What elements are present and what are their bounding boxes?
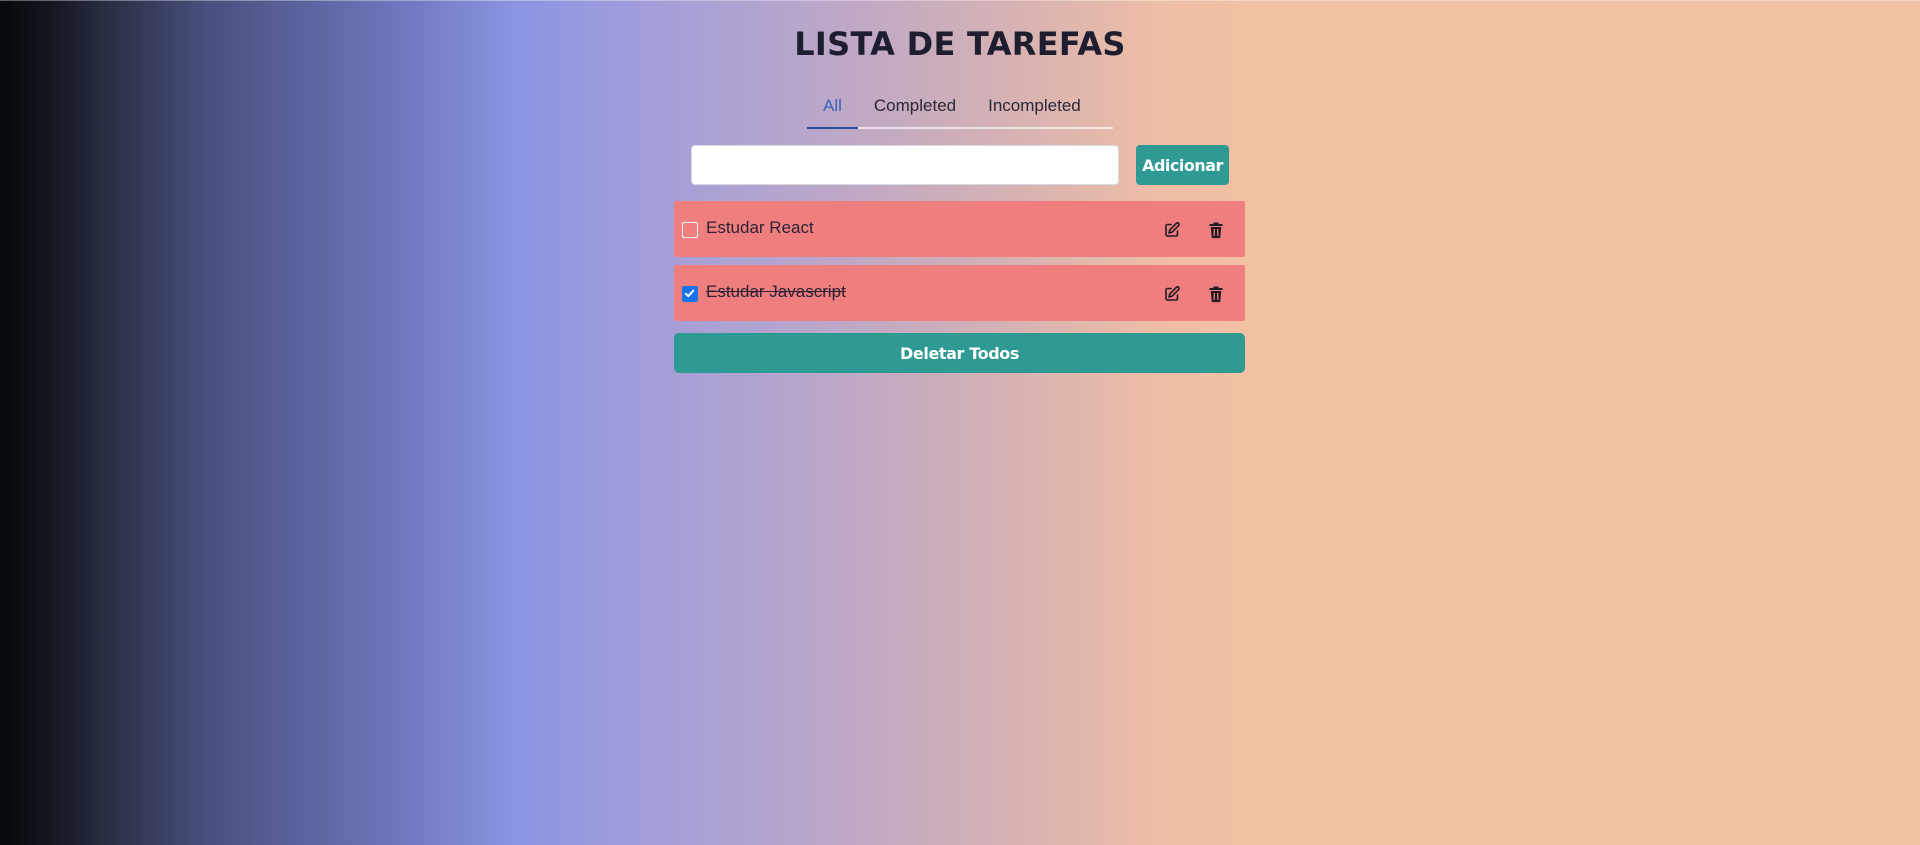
task-input[interactable] (691, 145, 1119, 185)
trash-icon[interactable] (1206, 220, 1226, 240)
task-item: Estudar React (674, 201, 1245, 257)
checkmark-icon (684, 289, 695, 298)
task-label: Estudar React (706, 218, 814, 237)
add-task-form: Adicionar (691, 145, 1231, 186)
filter-tabs: All Completed Incompleted (807, 90, 1113, 129)
top-border (0, 0, 1920, 1)
tab-incompleted[interactable]: Incompleted (972, 90, 1097, 127)
task-label: Estudar Javascript (706, 282, 846, 301)
task-checkbox[interactable] (682, 222, 698, 238)
trash-icon[interactable] (1206, 284, 1226, 304)
edit-icon[interactable] (1162, 284, 1182, 304)
add-button[interactable]: Adicionar (1136, 145, 1229, 185)
edit-icon[interactable] (1162, 220, 1182, 240)
task-item: Estudar Javascript (674, 265, 1245, 321)
delete-all-button[interactable]: Deletar Todos (674, 333, 1245, 373)
page-title: LISTA DE TAREFAS (794, 25, 1126, 63)
tab-all[interactable]: All (807, 90, 858, 129)
tab-completed[interactable]: Completed (858, 90, 972, 127)
task-checkbox-checked[interactable] (682, 286, 698, 302)
